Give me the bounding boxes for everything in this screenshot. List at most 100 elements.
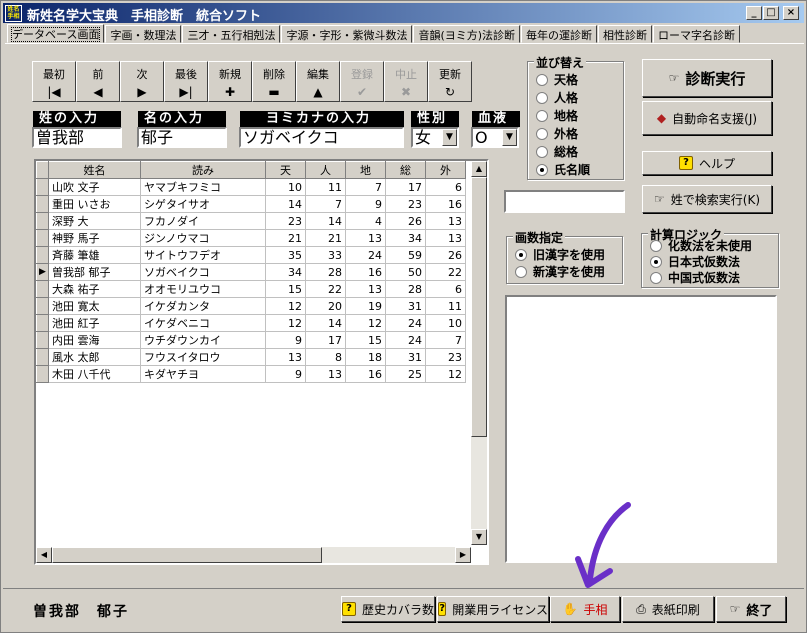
- table-cell[interactable]: 風水 太郎: [48, 348, 141, 366]
- table-cell[interactable]: 木田 八千代: [48, 365, 141, 383]
- chevron-down-icon[interactable]: ▼: [442, 129, 457, 146]
- table-cell[interactable]: 13: [305, 365, 346, 383]
- table-cell[interactable]: 22: [425, 263, 466, 281]
- table-row[interactable]: 神野 馬子 ジンノウマコ 21 21 13 34 13: [36, 229, 466, 247]
- prev-record-button[interactable]: 前 ◀: [76, 61, 120, 102]
- table-cell[interactable]: 59: [385, 246, 426, 264]
- table-cell[interactable]: 13: [425, 229, 466, 247]
- edit-record-button[interactable]: 編集 ▲: [296, 61, 340, 102]
- tab-sansai-gogyo[interactable]: 三才・五行相剋法: [182, 25, 281, 43]
- maximize-button[interactable]: □: [763, 6, 779, 20]
- table-row[interactable]: 大森 祐子 オオモリユウコ 15 22 13 28 6: [36, 280, 466, 298]
- table-cell[interactable]: 23: [425, 348, 466, 366]
- table-row[interactable]: 内田 雲海 ウチダウンカイ 9 17 15 24 7: [36, 331, 466, 349]
- table-cell[interactable]: 17: [305, 331, 346, 349]
- table-cell[interactable]: 20: [305, 297, 346, 315]
- table-cell[interactable]: 14: [305, 212, 346, 230]
- table-cell[interactable]: イケダベニコ: [140, 314, 266, 332]
- table-cell[interactable]: 24: [345, 246, 386, 264]
- sort-radio[interactable]: 氏名順: [536, 161, 590, 178]
- table-cell[interactable]: 11: [305, 178, 346, 196]
- table-cell[interactable]: 10: [425, 314, 466, 332]
- table-cell[interactable]: 18: [345, 348, 386, 366]
- table-cell[interactable]: 22: [305, 280, 346, 298]
- table-cell[interactable]: 12: [265, 314, 306, 332]
- table-cell[interactable]: 21: [305, 229, 346, 247]
- table-cell[interactable]: ウチダウンカイ: [140, 331, 266, 349]
- auto-naming-button[interactable]: ◆ 自動命名支援(J): [642, 101, 772, 135]
- chevron-down-icon[interactable]: ▼: [502, 129, 517, 146]
- table-cell[interactable]: 斉藤 筆雄: [48, 246, 141, 264]
- history-kabbalah-button[interactable]: ? 歴史カバラ数: [341, 596, 435, 622]
- minimize-button[interactable]: _: [746, 6, 762, 20]
- table-cell[interactable]: 7: [345, 178, 386, 196]
- table-cell[interactable]: キダヤチヨ: [140, 365, 266, 383]
- table-cell[interactable]: 33: [305, 246, 346, 264]
- surname-input[interactable]: 曽我部: [32, 127, 122, 148]
- logic-radio[interactable]: 中国式仮数法: [650, 269, 740, 286]
- column-header[interactable]: 外: [425, 161, 466, 179]
- refresh-button[interactable]: 更新 ↻: [428, 61, 472, 102]
- horizontal-scroll-thumb[interactable]: [52, 547, 322, 563]
- table-cell[interactable]: 7: [425, 331, 466, 349]
- save-record-button[interactable]: 登録 ✔: [340, 61, 384, 102]
- table-cell[interactable]: オオモリユウコ: [140, 280, 266, 298]
- table-cell[interactable]: 21: [265, 229, 306, 247]
- sort-radio[interactable]: 人格: [536, 89, 578, 106]
- table-cell[interactable]: 深野 大: [48, 212, 141, 230]
- table-cell[interactable]: 12: [345, 314, 386, 332]
- table-cell[interactable]: 31: [385, 348, 426, 366]
- tab-compatibility[interactable]: 相性診断: [598, 25, 653, 43]
- exit-button[interactable]: ☞ 終了: [716, 596, 786, 622]
- horizontal-scrollbar[interactable]: ◀ ▶: [36, 547, 471, 563]
- table-row[interactable]: 木田 八千代 キダヤチヨ 9 13 16 25 12: [36, 365, 466, 383]
- given-name-input[interactable]: 郁子: [137, 127, 227, 148]
- tab-yearly-fortune[interactable]: 毎年の運診断: [521, 25, 598, 43]
- table-row[interactable]: 重田 いさお シゲタイサオ 14 7 9 23 16: [36, 195, 466, 213]
- table-cell[interactable]: 11: [425, 297, 466, 315]
- scroll-right-icon[interactable]: ▶: [455, 547, 471, 563]
- sort-radio[interactable]: 外格: [536, 125, 578, 142]
- table-cell[interactable]: 24: [385, 331, 426, 349]
- scroll-down-icon[interactable]: ▼: [471, 529, 487, 545]
- table-cell[interactable]: 9: [345, 195, 386, 213]
- tab-onin[interactable]: 音韻(ヨミ方)法診断: [413, 25, 521, 43]
- table-row[interactable]: 風水 太郎 フウスイタロウ 13 8 18 31 23: [36, 348, 466, 366]
- table-cell[interactable]: 14: [305, 314, 346, 332]
- kanji-radio[interactable]: 新漢字を使用: [515, 263, 605, 280]
- table-row[interactable]: 深野 大フカノダイ 23 14 4 26 13: [36, 212, 466, 230]
- table-cell[interactable]: 9: [265, 331, 306, 349]
- column-header[interactable]: 姓名: [48, 161, 141, 179]
- table-cell[interactable]: 13: [345, 280, 386, 298]
- table-cell[interactable]: 26: [385, 212, 426, 230]
- table-cell[interactable]: 16: [345, 365, 386, 383]
- table-cell[interactable]: 26: [425, 246, 466, 264]
- title-bar[interactable]: 姓名手相 新姓名学大宝典 手相診断 統合ソフト _ □ ×: [3, 3, 804, 24]
- column-header[interactable]: 地: [345, 161, 386, 179]
- column-header[interactable]: 人: [305, 161, 346, 179]
- logic-radio[interactable]: 日本式仮数法: [650, 253, 740, 270]
- sort-radio[interactable]: 総格: [536, 143, 578, 160]
- table-cell[interactable]: 6: [425, 178, 466, 196]
- table-row[interactable]: 池田 紅子 イケダベニコ 12 14 12 24 10: [36, 314, 466, 332]
- table-cell[interactable]: 16: [345, 263, 386, 281]
- table-cell[interactable]: イケダカンタ: [140, 297, 266, 315]
- name-database-grid[interactable]: 姓名 読み 天 人 地 総 外 山吹 文子 ヤマブキフミコ 10 11 7 17 6 重田 い…: [34, 159, 489, 565]
- table-cell[interactable]: フウスイタロウ: [140, 348, 266, 366]
- table-cell[interactable]: ジンノウマコ: [140, 229, 266, 247]
- column-header[interactable]: 総: [385, 161, 426, 179]
- logic-radio[interactable]: 化数法を未使用: [650, 237, 752, 254]
- table-cell[interactable]: 大森 祐子: [48, 280, 141, 298]
- scroll-left-icon[interactable]: ◀: [36, 547, 52, 563]
- new-record-button[interactable]: 新規 ✚: [208, 61, 252, 102]
- table-cell[interactable]: 15: [265, 280, 306, 298]
- table-cell[interactable]: 19: [345, 297, 386, 315]
- first-record-button[interactable]: 最初 |◀: [32, 61, 76, 102]
- table-cell[interactable]: 池田 紅子: [48, 314, 141, 332]
- table-cell[interactable]: 12: [425, 365, 466, 383]
- table-cell[interactable]: サイトウフデオ: [140, 246, 266, 264]
- table-cell[interactable]: 13: [345, 229, 386, 247]
- table-cell[interactable]: 曽我部 郁子: [48, 263, 141, 281]
- diagnose-button[interactable]: ☞ 診断実行: [642, 59, 772, 97]
- business-license-button[interactable]: ? 開業用ライセンス: [437, 596, 549, 622]
